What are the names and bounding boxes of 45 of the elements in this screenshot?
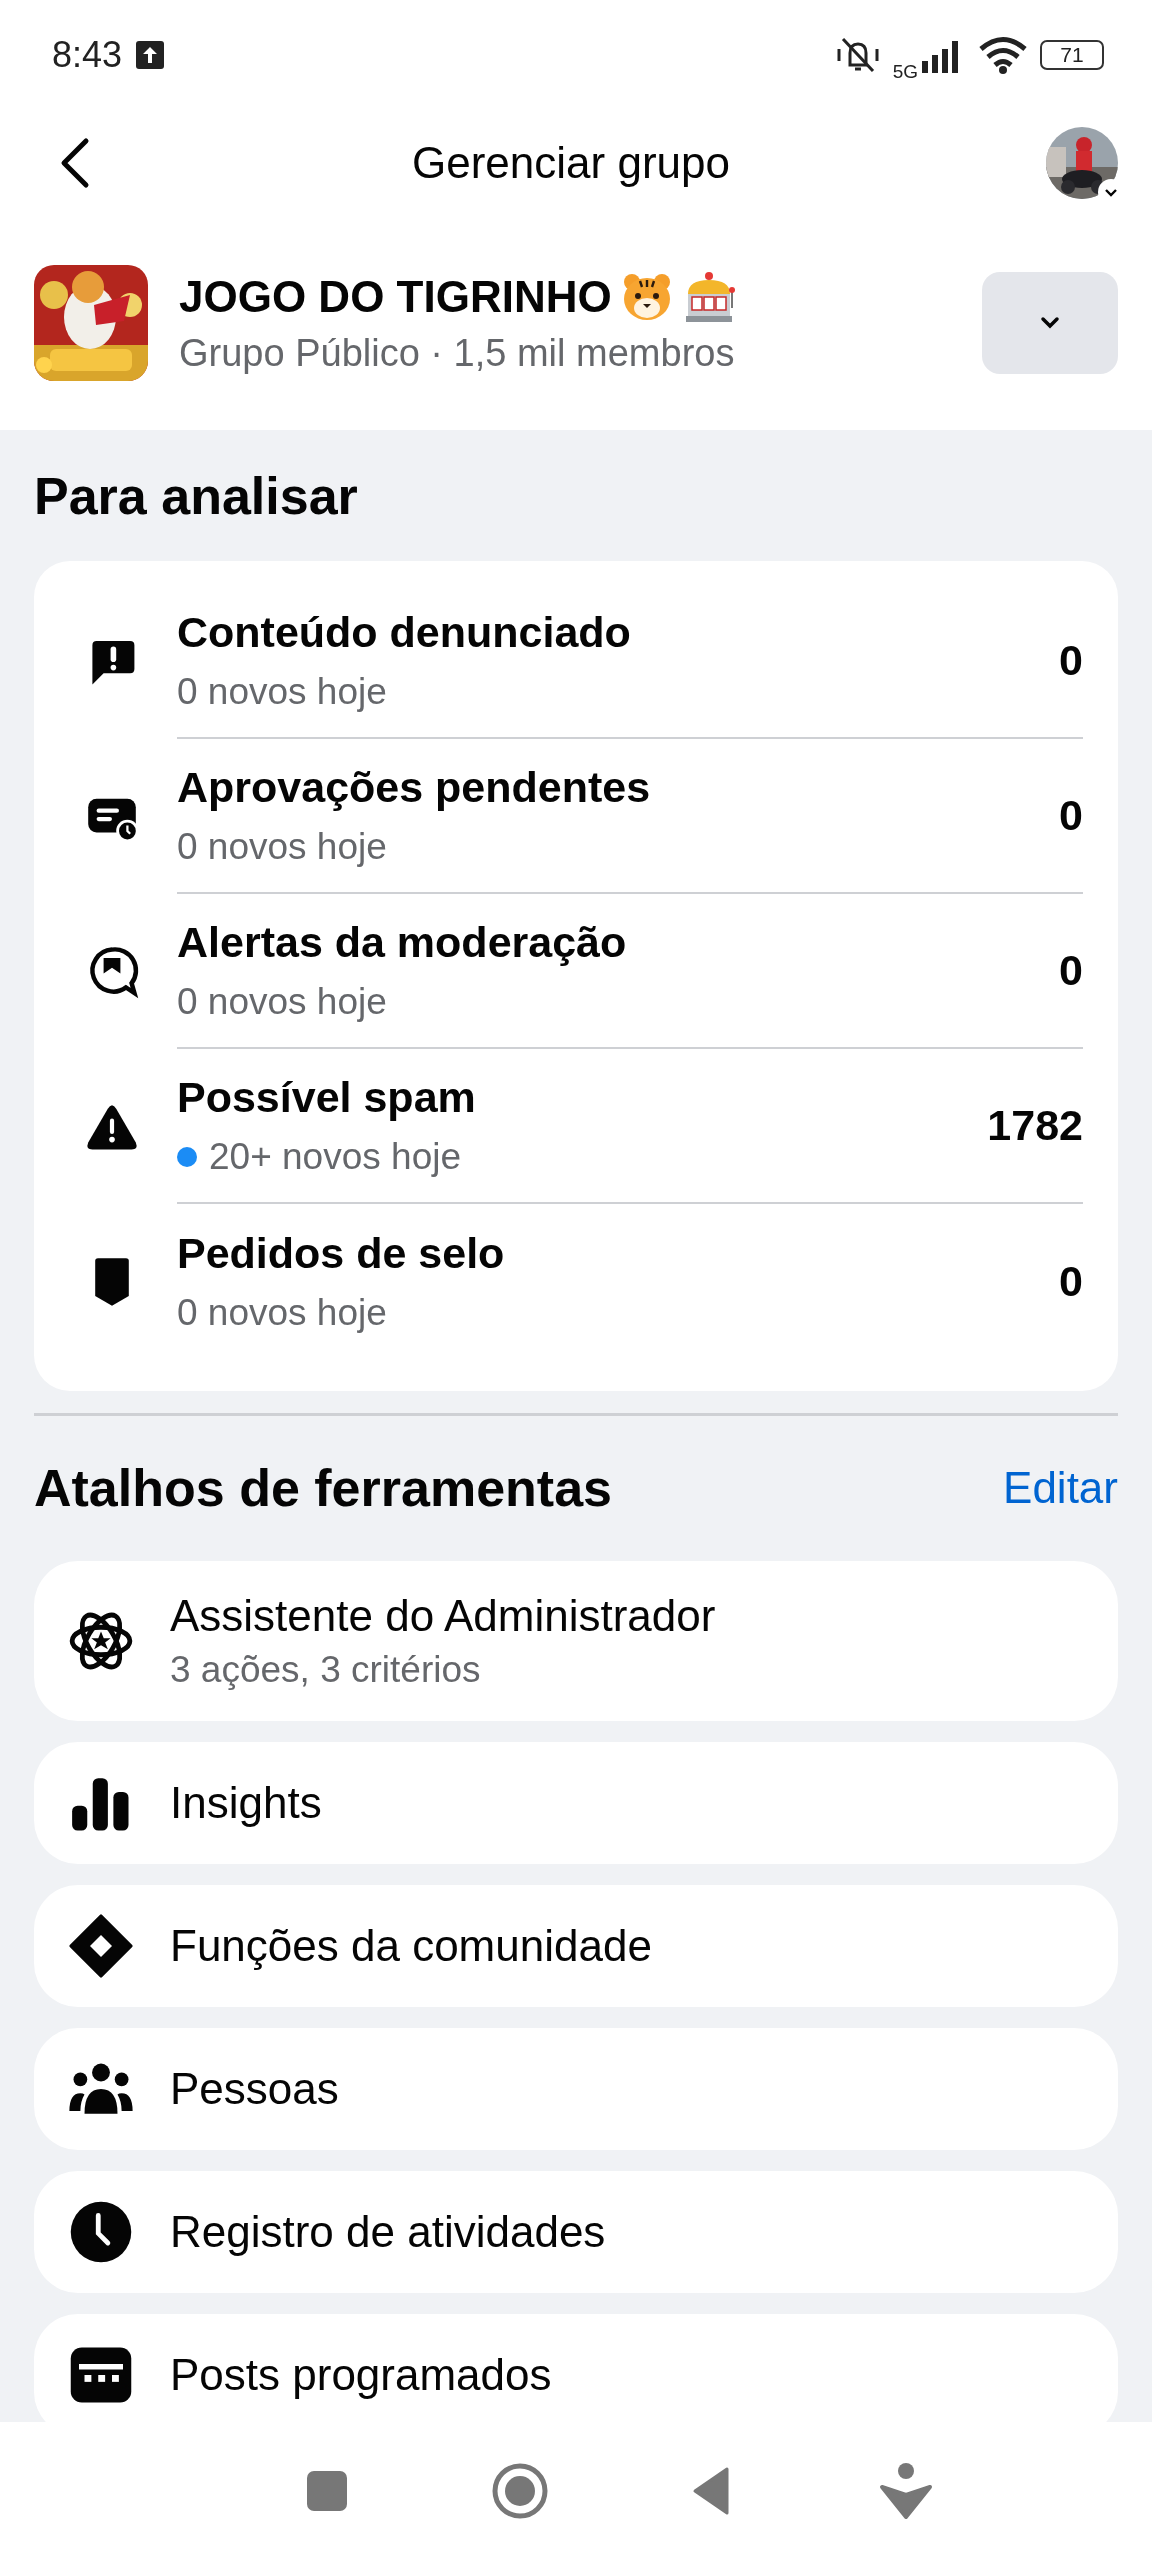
shortcut-title: Pessoas bbox=[170, 2063, 339, 2114]
shortcut-item[interactable]: Pessoas bbox=[34, 2027, 1118, 2150]
review-item[interactable]: Possível spam 20+ novos hoje 1782 bbox=[34, 1049, 1118, 1204]
item-subtitle: 0 novos hoje bbox=[177, 826, 387, 868]
section-title: Atalhos de ferramentas bbox=[34, 1458, 612, 1518]
review-item[interactable]: Conteúdo denunciado 0 novos hoje 0 bbox=[34, 584, 1118, 739]
item-title: Conteúdo denunciado bbox=[177, 608, 632, 657]
upload-icon bbox=[136, 41, 165, 69]
network-type: 5G bbox=[892, 61, 918, 83]
page-title: Gerenciar grupo bbox=[411, 137, 731, 188]
shortcut-subtitle: 3 ações, 3 critérios bbox=[170, 1648, 482, 1691]
item-subtitle: 0 novos hoje bbox=[177, 1292, 387, 1334]
shortcut-item[interactable]: Registro de atividades bbox=[34, 2170, 1118, 2293]
section-title: Para analisar bbox=[34, 465, 358, 526]
shortcut-item[interactable]: Assistente do Administrador 3 ações, 3 critérios bbox=[34, 1560, 1118, 1721]
review-item[interactable]: Aprovações pendentes 0 novos hoje 0 bbox=[34, 739, 1118, 894]
item-count: 1782 bbox=[987, 1101, 1083, 1150]
review-item[interactable]: Pedidos de selo 0 novos hoje 0 bbox=[34, 1204, 1118, 1359]
battery-level: 71 bbox=[1040, 40, 1104, 70]
shortcut-item[interactable]: Funções da comunidade bbox=[34, 1884, 1118, 2007]
group-info: Grupo Público · 1,5 mil membros bbox=[179, 332, 736, 375]
shortcut-item[interactable]: Posts programados bbox=[34, 2313, 1118, 2422]
item-subtitle: 20+ novos hoje bbox=[209, 1136, 461, 1178]
item-subtitle: 0 novos hoje bbox=[177, 671, 387, 713]
shortcut-title: Posts programados bbox=[170, 2349, 552, 2400]
wifi-icon bbox=[978, 36, 1028, 74]
item-count: 0 bbox=[1059, 1257, 1083, 1306]
shortcut-title: Registro de atividades bbox=[170, 2206, 606, 2257]
diamond-icon bbox=[68, 1912, 134, 1979]
shortcut-item[interactable]: Insights bbox=[34, 1741, 1118, 1864]
item-title: Alertas da moderação bbox=[177, 918, 628, 967]
item-subtitle: 0 novos hoje bbox=[177, 981, 387, 1023]
shortcut-title: Funções da comunidade bbox=[170, 1920, 652, 1971]
item-title: Aprovações pendentes bbox=[177, 763, 652, 812]
shortcut-title: Assistente do Administrador bbox=[170, 1590, 716, 1641]
review-item[interactable]: Alertas da moderação 0 novos hoje 0 bbox=[34, 894, 1118, 1049]
item-count: 0 bbox=[1059, 946, 1083, 995]
group-name: JOGO DO TIGRINHO bbox=[179, 272, 612, 322]
edit-link[interactable]: Editar bbox=[1003, 1463, 1118, 1513]
item-title: Possível spam bbox=[177, 1073, 477, 1122]
item-title: Pedidos de selo bbox=[177, 1229, 506, 1278]
item-count: 0 bbox=[1059, 791, 1083, 840]
status-time: 8:43 bbox=[52, 34, 123, 76]
item-count: 0 bbox=[1059, 636, 1083, 685]
shortcut-title: Insights bbox=[170, 1777, 322, 1828]
